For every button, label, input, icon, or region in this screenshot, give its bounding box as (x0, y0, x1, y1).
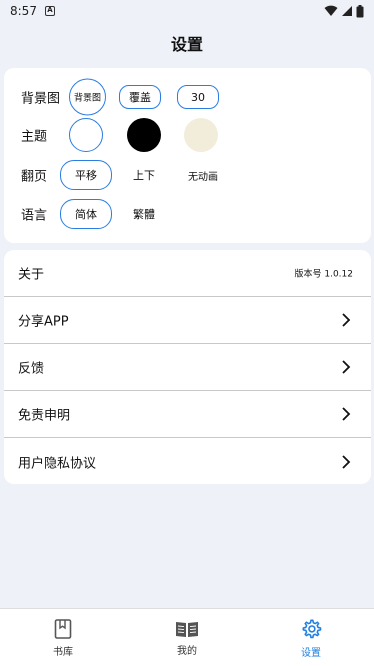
privacy-policy-label: 用户隐私协议 (18, 456, 97, 471)
tab-mine[interactable]: 我的 (147, 609, 227, 666)
theme-row: 主题 (4, 115, 371, 155)
flip-vertical-option[interactable]: 上下 (123, 160, 165, 190)
language-label: 语言 (21, 208, 48, 224)
about-label: 关于 (18, 267, 45, 283)
chevron-right-icon (342, 313, 351, 327)
background-label: 背景图 (21, 91, 61, 107)
tab-settings[interactable]: 设置 (271, 609, 351, 666)
chevron-right-icon (342, 407, 351, 421)
disclaimer-label: 免责申明 (18, 408, 71, 424)
feedback-row[interactable]: 反馈 (4, 344, 371, 391)
gear-icon (302, 619, 322, 638)
status-bar: 8:57 A (0, 0, 374, 22)
background-opacity-value[interactable]: 30 (177, 85, 219, 109)
bottom-tab-bar: 书库 我的 设置 (0, 608, 374, 666)
theme-sepia-swatch[interactable] (184, 118, 218, 152)
language-simplified-option[interactable]: 简体 (60, 199, 112, 229)
tab-library-label: 书库 (53, 646, 73, 658)
flip-label: 翻页 (21, 169, 48, 185)
page-title: 设置 (170, 35, 203, 54)
theme-white-swatch[interactable] (69, 118, 103, 152)
about-row[interactable]: 关于 版本号 1.0.12 (4, 250, 371, 297)
language-row: 语言 简体 繁體 (4, 194, 371, 234)
tab-library[interactable]: 书库 (23, 609, 103, 666)
background-image-option[interactable]: 背景图 (69, 78, 106, 116)
disclaimer-row[interactable]: 免责申明 (4, 391, 371, 438)
wifi-icon (324, 5, 338, 16)
language-traditional-option[interactable]: 繁體 (123, 199, 165, 229)
battery-icon (356, 4, 364, 17)
notification-icon: A (44, 6, 55, 16)
status-time: 8:57 (10, 4, 37, 18)
open-book-icon (176, 621, 198, 637)
feedback-label: 反馈 (18, 361, 45, 377)
chevron-right-icon (342, 360, 351, 374)
background-cover-option[interactable]: 覆盖 (119, 85, 161, 109)
flip-row: 翻页 平移 上下 无动画 (4, 155, 371, 195)
privacy-policy-row[interactable]: 用户隐私协议 (4, 438, 371, 485)
tab-settings-label: 设置 (301, 647, 321, 659)
version-text: 版本号 1.0.12 (294, 269, 354, 280)
theme-black-swatch[interactable] (127, 118, 161, 152)
status-icons (324, 4, 364, 18)
signal-icon (342, 6, 352, 16)
background-row: 背景图 背景图 覆盖 30 (4, 77, 371, 117)
flip-slide-option[interactable]: 平移 (60, 160, 112, 190)
share-app-row[interactable]: 分享APP (4, 297, 371, 344)
settings-list: 关于 版本号 1.0.12 分享APP 反馈 免责申明 用户隐私协议 (4, 250, 371, 484)
flip-none-option[interactable]: 无动画 (179, 160, 227, 190)
reader-settings-card: 背景图 背景图 覆盖 30 主题 翻页 平移 上下 无动画 语言 简体 繁體 (4, 68, 371, 243)
book-icon (54, 618, 72, 639)
theme-label: 主题 (21, 129, 48, 145)
share-app-label: 分享APP (18, 314, 69, 330)
chevron-right-icon (342, 454, 351, 469)
tab-mine-label: 我的 (177, 645, 197, 657)
